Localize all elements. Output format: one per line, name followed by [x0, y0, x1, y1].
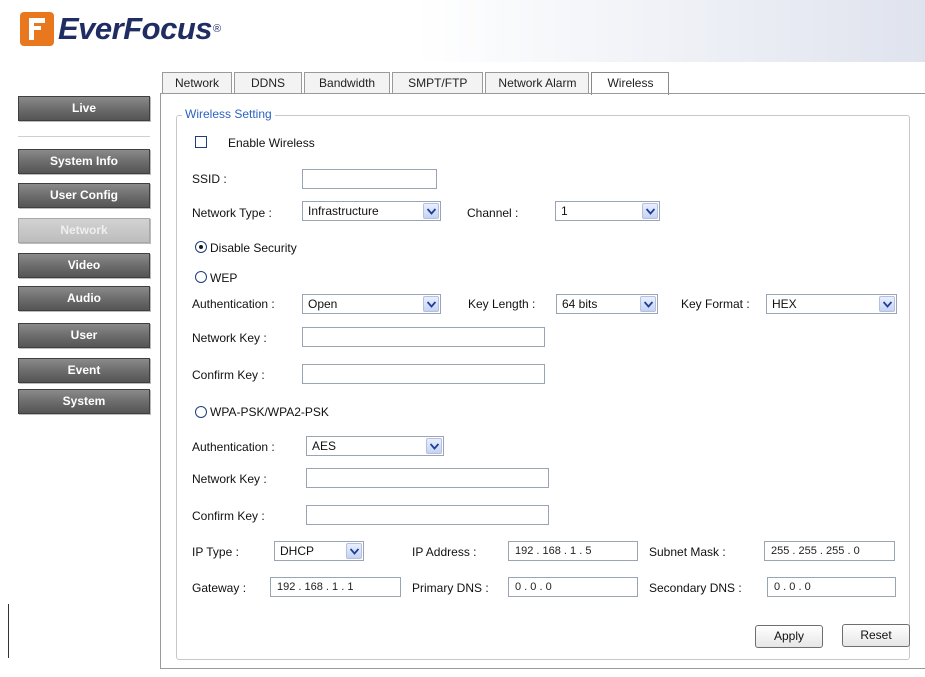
wpa-network-key-input[interactable]: [306, 468, 549, 488]
chevron-down-icon: [346, 543, 362, 559]
wpa-auth-label: Authentication :: [192, 440, 275, 454]
chevron-down-icon: [423, 203, 439, 219]
wep-radio[interactable]: [195, 271, 207, 283]
key-format-select[interactable]: HEX: [766, 294, 897, 314]
subnet-mask-label: Subnet Mask :: [649, 545, 726, 559]
channel-select[interactable]: 1: [555, 201, 660, 221]
key-length-select[interactable]: 64 bits: [556, 294, 658, 314]
key-length-label: Key Length :: [468, 297, 536, 311]
text-cursor-line: [8, 604, 9, 658]
wep-network-key-input[interactable]: [302, 327, 545, 347]
secondary-dns-input[interactable]: 0 . 0 . 0: [767, 577, 896, 597]
key-length-value: 64 bits: [562, 297, 598, 311]
logo-mark-icon: [20, 12, 54, 46]
gateway-input[interactable]: 192 . 168 . 1 . 1: [270, 577, 401, 597]
wpa-confirm-key-input[interactable]: [306, 505, 549, 525]
everfocus-logo: EverFocus ®: [20, 10, 221, 48]
tab-ddns[interactable]: DDNS: [234, 72, 303, 94]
wep-network-key-label: Network Key :: [192, 331, 267, 345]
tab-network[interactable]: Network: [162, 72, 233, 94]
gateway-label: Gateway :: [192, 581, 247, 595]
disable-security-radio[interactable]: [195, 241, 207, 253]
sidebar-item-event[interactable]: Event: [18, 358, 150, 383]
sidebar-item-user[interactable]: User: [18, 323, 150, 348]
chevron-down-icon: [642, 203, 658, 219]
wpa-network-key-label: Network Key :: [192, 472, 267, 486]
secondary-dns-label: Secondary DNS :: [649, 581, 742, 595]
wep-auth-select[interactable]: Open: [302, 294, 441, 314]
wpa-psk-radio[interactable]: [195, 406, 207, 418]
chevron-down-icon: [879, 296, 895, 312]
chevron-down-icon: [423, 296, 439, 312]
chevron-down-icon: [640, 296, 656, 312]
ip-type-select[interactable]: DHCP: [274, 541, 364, 561]
enable-wireless-checkbox[interactable]: [195, 136, 207, 148]
ip-address-input[interactable]: 192 . 168 . 1 . 5: [508, 541, 638, 561]
tab-bar: Network DDNS Bandwidth SMPT/FTP Network …: [162, 72, 671, 95]
sidebar-item-system[interactable]: System: [18, 389, 150, 414]
primary-dns-label: Primary DNS :: [412, 581, 489, 595]
wpa-auth-select[interactable]: AES: [306, 436, 444, 456]
brand-name: EverFocus: [58, 11, 213, 46]
network-type-label: Network Type :: [192, 206, 272, 220]
ssid-label: SSID :: [192, 172, 227, 186]
wpa-confirm-key-label: Confirm Key :: [192, 509, 265, 523]
tab-smpt-ftp[interactable]: SMPT/FTP: [392, 72, 484, 94]
reset-button[interactable]: Reset: [842, 624, 910, 647]
wpa-psk-label: WPA-PSK/WPA2-PSK: [210, 405, 329, 419]
chevron-down-icon: [426, 438, 442, 454]
wep-confirm-key-label: Confirm Key :: [192, 368, 265, 382]
sidebar-item-network[interactable]: Network: [18, 218, 150, 243]
key-format-value: HEX: [772, 297, 797, 311]
ssid-input[interactable]: [302, 169, 437, 189]
channel-value: 1: [561, 204, 568, 218]
sidebar-item-user-config[interactable]: User Config: [18, 183, 150, 208]
tab-bandwidth[interactable]: Bandwidth: [304, 72, 391, 94]
key-format-label: Key Format :: [681, 297, 750, 311]
ip-address-label: IP Address :: [412, 545, 477, 559]
radio-dot-icon: [199, 245, 203, 249]
wep-label: WEP: [210, 271, 238, 285]
network-type-select[interactable]: Infrastructure: [302, 201, 441, 221]
channel-label: Channel :: [467, 206, 519, 220]
disable-security-label: Disable Security: [210, 241, 297, 255]
wep-confirm-key-input[interactable]: [302, 364, 545, 384]
sidebar-item-audio[interactable]: Audio: [18, 286, 150, 311]
network-type-value: Infrastructure: [308, 204, 379, 218]
wep-auth-label: Authentication :: [192, 297, 275, 311]
fieldset-legend: Wireless Setting: [182, 107, 275, 121]
tab-network-alarm[interactable]: Network Alarm: [485, 72, 590, 94]
apply-button[interactable]: Apply: [755, 625, 823, 648]
tab-wireless[interactable]: Wireless: [591, 72, 670, 95]
ip-type-label: IP Type :: [192, 545, 239, 559]
sidebar-divider: [18, 136, 150, 137]
registered-mark: ®: [213, 23, 222, 35]
header-bar: EverFocus ®: [0, 0, 925, 62]
wpa-auth-value: AES: [312, 439, 337, 453]
sidebar-item-video[interactable]: Video: [18, 253, 150, 278]
ip-type-value: DHCP: [280, 544, 315, 558]
wep-auth-value: Open: [308, 297, 338, 311]
sidebar-item-live[interactable]: Live: [18, 96, 150, 121]
primary-dns-input[interactable]: 0 . 0 . 0: [508, 577, 638, 597]
enable-wireless-label: Enable Wireless: [228, 136, 315, 150]
sidebar-item-system-info[interactable]: System Info: [18, 149, 150, 174]
subnet-mask-input[interactable]: 255 . 255 . 255 . 0: [764, 541, 895, 561]
